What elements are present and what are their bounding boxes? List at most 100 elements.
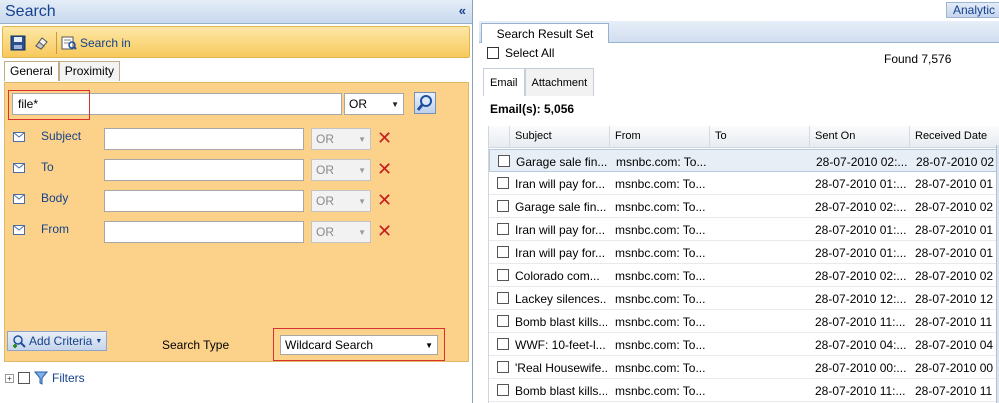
table-row[interactable]: Garage sale fin... msnbc.com: To... 28-07-… [489, 149, 999, 172]
cell-received-date: 28-07-2010 01 [915, 223, 994, 237]
column-header-from[interactable]: From [609, 126, 709, 148]
search-in-icon [61, 36, 77, 50]
row-checkbox[interactable] [497, 315, 509, 327]
table-row[interactable]: Colorado com... msnbc.com: To... 28-07-201… [489, 264, 999, 287]
from-operator-select[interactable]: OR ▼ [311, 221, 371, 243]
subject-operator-select[interactable]: OR ▼ [311, 128, 371, 150]
funnel-icon [34, 371, 48, 385]
to-input[interactable] [104, 159, 304, 181]
search-panel: Search « Search in General Proximity fil… [0, 0, 473, 403]
cell-subject: Iran will pay for... [515, 223, 606, 237]
cell-sent-on: 28-07-2010 01:... [815, 223, 907, 237]
row-checkbox[interactable] [497, 338, 509, 350]
cell-from: msnbc.com: To... [615, 292, 706, 306]
header-checkbox-col [489, 126, 509, 148]
row-checkbox[interactable] [497, 200, 509, 212]
cell-from: msnbc.com: To... [615, 384, 706, 398]
cell-from: msnbc.com: To... [615, 177, 706, 191]
body-operator-select[interactable]: OR ▼ [311, 190, 371, 212]
operator-value: OR [316, 132, 334, 146]
clear-button[interactable] [33, 33, 51, 53]
row-checkbox[interactable] [497, 292, 509, 304]
table-row[interactable]: Bomb blast kills... msnbc.com: To... 28-07… [489, 379, 999, 402]
tab-proximity[interactable]: Proximity [58, 61, 121, 81]
remove-criteria-icon[interactable]: ✕ [377, 129, 392, 147]
subject-input[interactable] [104, 128, 304, 150]
tab-email[interactable]: Email [483, 68, 525, 96]
envelope-icon [13, 194, 25, 204]
cell-from: msnbc.com: To... [615, 315, 706, 329]
tab-attachment[interactable]: Attachment [524, 68, 595, 96]
table-row[interactable]: WWF: 10-feet-l... msnbc.com: To... 28-07-2… [489, 333, 999, 356]
add-criteria-button[interactable]: Add Criteria ▼ [7, 331, 108, 351]
row-checkbox[interactable] [497, 246, 509, 258]
table-row[interactable]: Iran will pay for... msnbc.com: To... 28-0… [489, 172, 999, 195]
column-header-sent-on[interactable]: Sent On [809, 126, 909, 148]
table-row[interactable]: Garage sale fin... msnbc.com: To... 28-07-… [489, 195, 999, 218]
main-operator-value: OR [349, 97, 367, 111]
criteria-label: Subject [41, 129, 82, 143]
tab-search-result-set[interactable]: Search Result Set [481, 23, 609, 43]
envelope-icon [13, 225, 25, 235]
cell-from: msnbc.com: To... [615, 361, 706, 375]
select-all-checkbox[interactable] [487, 47, 499, 59]
cell-received-date: 28-07-2010 11 [915, 315, 993, 329]
row-checkbox[interactable] [497, 177, 509, 189]
results-grid: Subject From To Sent On Received Date Ga… [488, 126, 999, 403]
found-count: Found 7,576 [884, 52, 952, 66]
filters-node[interactable]: + Filters [5, 369, 85, 387]
row-checkbox[interactable] [497, 361, 509, 373]
column-header-subject[interactable]: Subject [509, 126, 609, 148]
save-button[interactable] [10, 33, 28, 53]
table-row[interactable]: Iran will pay for... msnbc.com: To... 28-0… [489, 241, 999, 264]
cell-sent-on: 28-07-2010 04:... [815, 338, 907, 352]
column-header-received-date[interactable]: Received Date [909, 126, 999, 148]
cell-received-date: 28-07-2010 01 [915, 177, 994, 191]
search-query-input[interactable]: file* [12, 93, 342, 115]
remove-criteria-icon[interactable]: ✕ [377, 222, 392, 240]
app-root: Search « Search in General Proximity fil… [0, 0, 999, 403]
dropdown-arrow-icon: ▼ [391, 99, 399, 109]
remove-criteria-icon[interactable]: ✕ [377, 160, 392, 178]
cell-received-date: 28-07-2010 04 [915, 338, 994, 352]
analytics-button[interactable]: Analytic [945, 2, 999, 18]
cell-sent-on: 28-07-2010 01:... [815, 246, 907, 260]
criteria-label: Body [41, 191, 69, 205]
search-toolbar: Search in [2, 26, 470, 58]
column-header-to[interactable]: To [709, 126, 809, 148]
search-type-select[interactable]: Wildcard Search ▼ [280, 335, 438, 355]
cell-sent-on: 28-07-2010 00:... [815, 361, 907, 375]
operator-value: OR [316, 163, 334, 177]
select-all-control[interactable]: Select All [487, 46, 554, 60]
dropdown-arrow-icon: ▼ [358, 227, 366, 237]
cell-subject: WWF: 10-feet-l... [515, 338, 606, 352]
to-operator-select[interactable]: OR ▼ [311, 159, 371, 181]
filters-checkbox[interactable] [18, 372, 30, 384]
row-checkbox[interactable] [497, 269, 509, 281]
expand-icon[interactable]: + [5, 373, 14, 383]
collapse-icon[interactable]: « [459, 3, 466, 18]
cell-subject: Lackey silences... [515, 292, 607, 306]
table-row[interactable]: Bomb blast kills... msnbc.com: To... 28-07… [489, 310, 999, 333]
cell-received-date: 28-07-2010 02 [916, 155, 995, 169]
search-in-label: Search in [80, 36, 131, 50]
row-checkbox[interactable] [498, 155, 510, 167]
results-panel: Analytic Search Result Set Select All Fo… [479, 0, 999, 403]
results-top-bar: Analytic [479, 0, 999, 20]
main-operator-select[interactable]: OR ▼ [344, 93, 404, 115]
operator-value: OR [316, 225, 334, 239]
search-button[interactable] [414, 92, 436, 114]
from-input[interactable] [104, 221, 304, 243]
search-in-button[interactable]: Search in [61, 33, 131, 53]
row-checkbox[interactable] [497, 223, 509, 235]
cell-sent-on: 28-07-2010 02:... [815, 200, 907, 214]
row-checkbox[interactable] [497, 384, 509, 396]
table-row[interactable]: Iran will pay for... msnbc.com: To... 28-0… [489, 218, 999, 241]
envelope-icon [13, 132, 25, 142]
table-row[interactable]: 'Real Housewife... msnbc.com: To... 28-07-… [489, 356, 999, 379]
tab-general[interactable]: General [4, 61, 59, 81]
body-input[interactable] [104, 190, 304, 212]
cell-subject: 'Real Housewife... [515, 361, 607, 375]
remove-criteria-icon[interactable]: ✕ [377, 191, 392, 209]
table-row[interactable]: Lackey silences... msnbc.com: To... 28-07-… [489, 287, 999, 310]
